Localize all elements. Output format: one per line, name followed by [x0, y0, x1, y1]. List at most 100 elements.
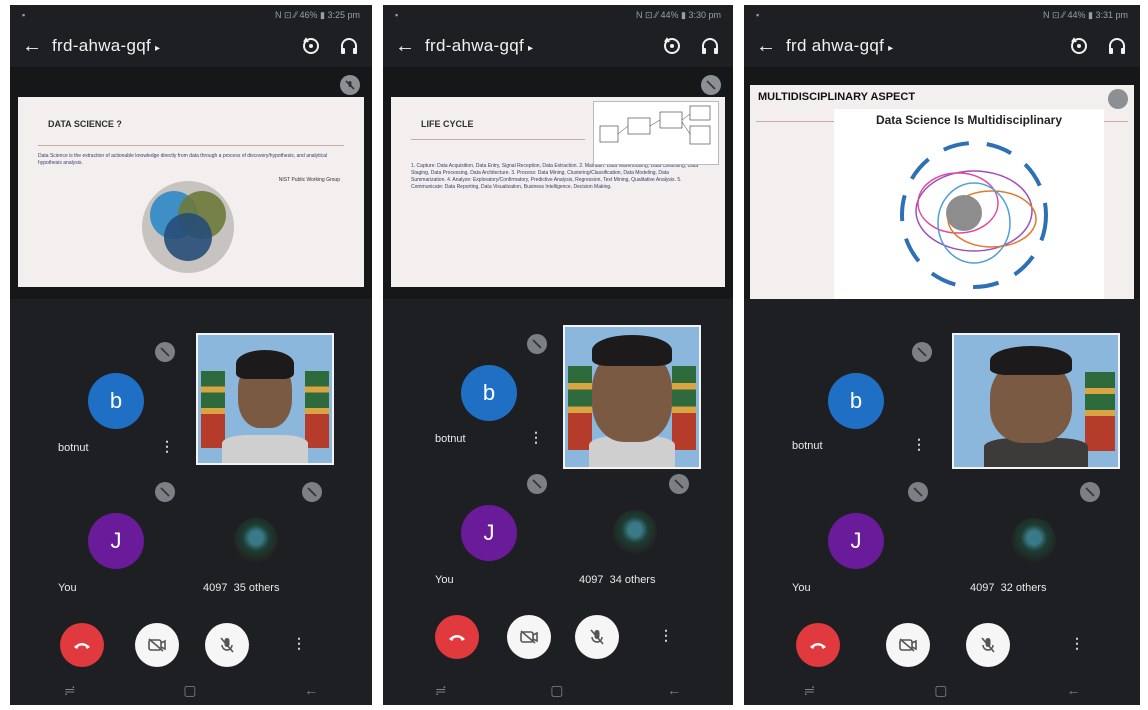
mic-off-icon — [1108, 89, 1128, 109]
others-label: 35 others — [233, 582, 280, 594]
mic-off-icon — [340, 75, 360, 95]
switch-camera-icon[interactable] — [1068, 35, 1090, 57]
presenter-hair — [591, 335, 673, 367]
avatar-initial: J — [483, 520, 495, 545]
avatar-you[interactable]: J — [461, 505, 517, 561]
status-bar: ▪ N ⊡ ⁄⁄ 44% ▮ 3:31 pm — [744, 5, 1140, 25]
mic-off-button[interactable] — [966, 623, 1010, 667]
meeting-code: frd-ahwa-gqf — [52, 36, 152, 55]
others-number: 4097 — [579, 574, 604, 586]
app-bar: ← frd-ahwa-gqf ▸ — [10, 25, 372, 67]
system-nav-bar: ≓ ▢ ← — [383, 675, 733, 705]
avatar-initial: b — [482, 380, 496, 405]
end-call-button[interactable] — [60, 623, 104, 667]
slide-2: LIFE CYCLE 1. Capture: Data Acquisition,… — [391, 97, 725, 287]
chevron-right-icon: ▸ — [155, 43, 161, 54]
others-count: 4097 34 others — [579, 574, 655, 586]
slide-rule — [38, 145, 344, 146]
avatar-botnut[interactable]: b — [461, 365, 517, 421]
status-right: N ⊡ ⁄⁄ 46% ▮ 3:25 pm — [274, 9, 360, 20]
recent-apps-icon[interactable]: ≓ — [64, 682, 76, 699]
back-arrow-icon[interactable]: ← — [395, 35, 425, 58]
recent-apps-icon[interactable]: ≓ — [804, 682, 816, 699]
system-nav-bar: ≓ ▢ ← — [744, 675, 1140, 705]
slide-rule — [411, 139, 585, 140]
system-nav-bar: ≓ ▢ ← — [10, 675, 372, 705]
more-vert-icon[interactable]: ⋮ — [529, 429, 543, 446]
others-avatar[interactable] — [234, 518, 278, 562]
meeting-title[interactable]: frd ahwa-gqf ▸ — [786, 36, 1052, 56]
video-tile-presenter[interactable] — [196, 333, 334, 465]
more-vert-icon[interactable]: ⋮ — [659, 627, 673, 644]
avatar-initial: b — [849, 388, 863, 413]
mic-off-icon — [701, 75, 721, 95]
headphones-icon[interactable] — [699, 35, 721, 57]
meeting-title[interactable]: frd-ahwa-gqf ▸ — [52, 36, 284, 56]
switch-camera-icon[interactable] — [300, 35, 322, 57]
avatar-you[interactable]: J — [828, 513, 884, 569]
back-icon[interactable]: ← — [667, 682, 681, 698]
others-avatar[interactable] — [613, 510, 657, 554]
back-icon[interactable]: ← — [304, 682, 318, 698]
slide-1: DATA SCIENCE ? Data Science is the extra… — [18, 97, 364, 287]
status-left: ▪ — [395, 10, 399, 20]
meeting-code: frd-ahwa-gqf — [425, 36, 525, 55]
mic-off-icon — [302, 482, 322, 502]
home-icon[interactable]: ▢ — [550, 682, 563, 699]
status-left: ▪ — [756, 10, 760, 20]
back-arrow-icon[interactable]: ← — [756, 35, 786, 58]
more-vert-icon[interactable]: ⋮ — [1070, 635, 1084, 652]
chevron-right-icon: ▸ — [528, 43, 534, 54]
more-vert-icon[interactable]: ⋮ — [160, 438, 174, 455]
participant-name-you: You — [435, 574, 454, 586]
slide-title: DATA SCIENCE ? — [48, 119, 122, 129]
recent-apps-icon[interactable]: ≓ — [435, 682, 447, 699]
avatar-botnut[interactable]: b — [828, 373, 884, 429]
phone-screen-2: ▪ N ⊡ ⁄⁄ 44% ▮ 3:30 pm ← frd-ahwa-gqf ▸ L… — [383, 5, 733, 705]
back-icon[interactable]: ← — [1066, 682, 1080, 698]
meeting-title[interactable]: frd-ahwa-gqf ▸ — [425, 36, 645, 56]
presenter-shirt — [222, 434, 308, 463]
venn-diagram — [142, 181, 234, 273]
presenter-hair — [990, 345, 1073, 375]
others-label: 34 others — [609, 574, 656, 586]
more-vert-icon[interactable]: ⋮ — [912, 436, 926, 453]
slide-body: Data Science is the extraction of action… — [38, 153, 328, 166]
end-call-button[interactable] — [435, 615, 479, 659]
home-icon[interactable]: ▢ — [934, 682, 947, 699]
slide-body: 1. Capture: Data Acquisition, Data Entry… — [411, 163, 699, 190]
camera-off-button[interactable] — [886, 623, 930, 667]
presentation-area[interactable]: DATA SCIENCE ? Data Science is the extra… — [10, 67, 372, 299]
more-vert-icon[interactable]: ⋮ — [292, 635, 306, 652]
background-pagoda-left — [200, 370, 225, 448]
mic-off-icon — [527, 474, 547, 494]
headphones-icon[interactable] — [338, 35, 360, 57]
mic-off-icon — [908, 482, 928, 502]
mic-off-button[interactable] — [575, 615, 619, 659]
presentation-area[interactable]: MULTIDISCIPLINARY ASPECT Data Science Is… — [744, 67, 1140, 299]
headphones-icon[interactable] — [1106, 35, 1128, 57]
video-tile-presenter[interactable] — [952, 333, 1120, 469]
end-call-button[interactable] — [796, 623, 840, 667]
avatar-you[interactable]: J — [88, 513, 144, 569]
participant-name-botnut: botnut — [435, 433, 466, 445]
video-tile-presenter[interactable] — [563, 325, 701, 469]
slide-title: LIFE CYCLE — [421, 119, 474, 129]
avatar-botnut[interactable]: b — [88, 373, 144, 429]
slide-title: MULTIDISCIPLINARY ASPECT — [758, 91, 916, 103]
presentation-area[interactable]: LIFE CYCLE 1. Capture: Data Acquisition,… — [383, 67, 733, 299]
presenter-hair — [235, 350, 295, 379]
others-count: 4097 35 others — [203, 582, 279, 594]
back-arrow-icon[interactable]: ← — [22, 35, 52, 58]
mic-off-button[interactable] — [205, 623, 249, 667]
avatar-initial: J — [850, 528, 862, 553]
phone-screen-3: ▪ N ⊡ ⁄⁄ 44% ▮ 3:31 pm ← frd ahwa-gqf ▸ M… — [744, 5, 1140, 705]
status-left: ▪ — [22, 10, 26, 20]
others-avatar[interactable] — [1012, 518, 1056, 562]
camera-off-button[interactable] — [135, 623, 179, 667]
status-right: N ⊡ ⁄⁄ 44% ▮ 3:30 pm — [635, 9, 721, 20]
switch-camera-icon[interactable] — [661, 35, 683, 57]
home-icon[interactable]: ▢ — [183, 682, 196, 699]
background-pagoda-left — [567, 366, 592, 451]
camera-off-button[interactable] — [507, 615, 551, 659]
